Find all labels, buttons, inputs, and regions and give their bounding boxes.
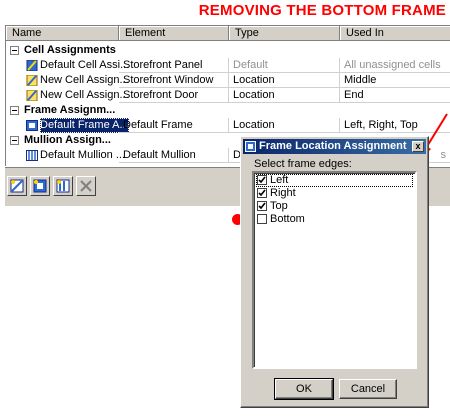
group-label: Mullion Assign... xyxy=(24,134,111,146)
new-cell-assignment-button[interactable] xyxy=(7,176,27,196)
table-row[interactable]: New Cell Assign... Storefront Door Locat… xyxy=(6,88,450,103)
frame-edges-list[interactable]: Left Right Top Bottom xyxy=(252,171,417,369)
frame-location-dialog: Frame Location Assignment x Select frame… xyxy=(240,136,429,408)
checkbox-bottom[interactable] xyxy=(257,214,267,224)
row-used-in: All unassigned cells xyxy=(340,58,450,73)
row-used-in: Middle xyxy=(340,73,450,88)
collapse-toggle-icon[interactable] xyxy=(10,46,19,55)
checkmark-icon xyxy=(258,176,266,184)
row-name: Default Cell Assi... xyxy=(40,59,130,71)
collapse-toggle-icon[interactable] xyxy=(10,106,19,115)
checkbox-right[interactable] xyxy=(257,188,267,198)
new-mullion-assignment-button[interactable] xyxy=(53,176,73,196)
edge-label: Right xyxy=(270,187,296,199)
cancel-button[interactable]: Cancel xyxy=(339,379,397,399)
group-label: Cell Assignments xyxy=(24,44,116,56)
edge-label: Top xyxy=(270,200,288,212)
row-element: Default Mullion xyxy=(119,148,229,163)
close-icon: x xyxy=(415,141,421,151)
edge-label: Left xyxy=(270,174,289,186)
list-item-bottom[interactable]: Bottom xyxy=(256,213,413,226)
edge-label: Bottom xyxy=(270,213,305,225)
row-type: Location xyxy=(229,73,340,88)
dialog-prompt: Select frame edges: xyxy=(254,158,352,170)
tutorial-banner: REMOVING THE BOTTOM FRAME xyxy=(198,2,446,19)
row-name: Default Frame A... xyxy=(40,118,129,133)
column-header-element[interactable]: Element xyxy=(119,26,229,41)
row-element: Storefront Door xyxy=(119,88,229,103)
dialog-titlebar[interactable]: Frame Location Assignment x xyxy=(243,139,426,154)
table-row[interactable]: New Cell Assign... Storefront Window Loc… xyxy=(6,73,450,88)
group-row-frame-assignments[interactable]: Frame Assignm... xyxy=(6,103,450,118)
door-assignment-icon xyxy=(26,90,38,101)
list-item-top[interactable]: Top xyxy=(256,200,413,213)
new-frame-assignment-button[interactable] xyxy=(30,176,50,196)
table-row-selected[interactable]: Default Frame A... Default Frame Locatio… xyxy=(6,118,450,133)
row-type: Default xyxy=(229,58,340,73)
frame-assignment-icon xyxy=(26,120,38,131)
table-header: Name Element Type Used In xyxy=(6,26,450,43)
new-cell-assignment-icon xyxy=(10,179,24,193)
new-frame-assignment-icon xyxy=(33,179,47,193)
group-label: Frame Assignm... xyxy=(24,104,116,116)
checkmark-icon xyxy=(258,189,266,197)
panel-assignment-icon xyxy=(26,60,38,71)
close-button[interactable]: x xyxy=(412,141,424,152)
frame-assignment-icon xyxy=(245,141,256,152)
mullion-assignment-icon xyxy=(26,150,38,161)
row-name: New Cell Assign... xyxy=(40,74,129,86)
list-item-right[interactable]: Right xyxy=(256,187,413,200)
row-element: Storefront Window xyxy=(119,73,229,88)
window-assignment-icon xyxy=(26,75,38,86)
ok-button[interactable]: OK xyxy=(274,378,334,400)
checkbox-left[interactable] xyxy=(257,175,267,185)
delete-icon xyxy=(80,180,92,192)
checkbox-top[interactable] xyxy=(257,201,267,211)
collapse-toggle-icon[interactable] xyxy=(10,136,19,145)
delete-assignment-button[interactable] xyxy=(76,176,96,196)
column-header-name[interactable]: Name xyxy=(6,26,119,41)
checkmark-icon xyxy=(258,202,266,210)
row-type: Location xyxy=(229,118,340,133)
new-mullion-assignment-icon xyxy=(56,179,70,193)
column-header-used-in[interactable]: Used In xyxy=(340,26,450,41)
table-row[interactable]: Default Cell Assi... Storefront Panel De… xyxy=(6,58,450,73)
dialog-title: Frame Location Assignment xyxy=(259,140,407,152)
row-name: New Cell Assign... xyxy=(40,89,129,101)
row-name: Default Mullion ... xyxy=(40,149,125,161)
group-row-cell-assignments[interactable]: Cell Assignments xyxy=(6,43,450,58)
row-element: Storefront Panel xyxy=(119,58,229,73)
row-used-in: End xyxy=(340,88,450,103)
column-header-type[interactable]: Type xyxy=(229,26,340,41)
row-element: Default Frame xyxy=(119,118,229,133)
list-item-left[interactable]: Left xyxy=(256,174,413,187)
row-type: Location xyxy=(229,88,340,103)
